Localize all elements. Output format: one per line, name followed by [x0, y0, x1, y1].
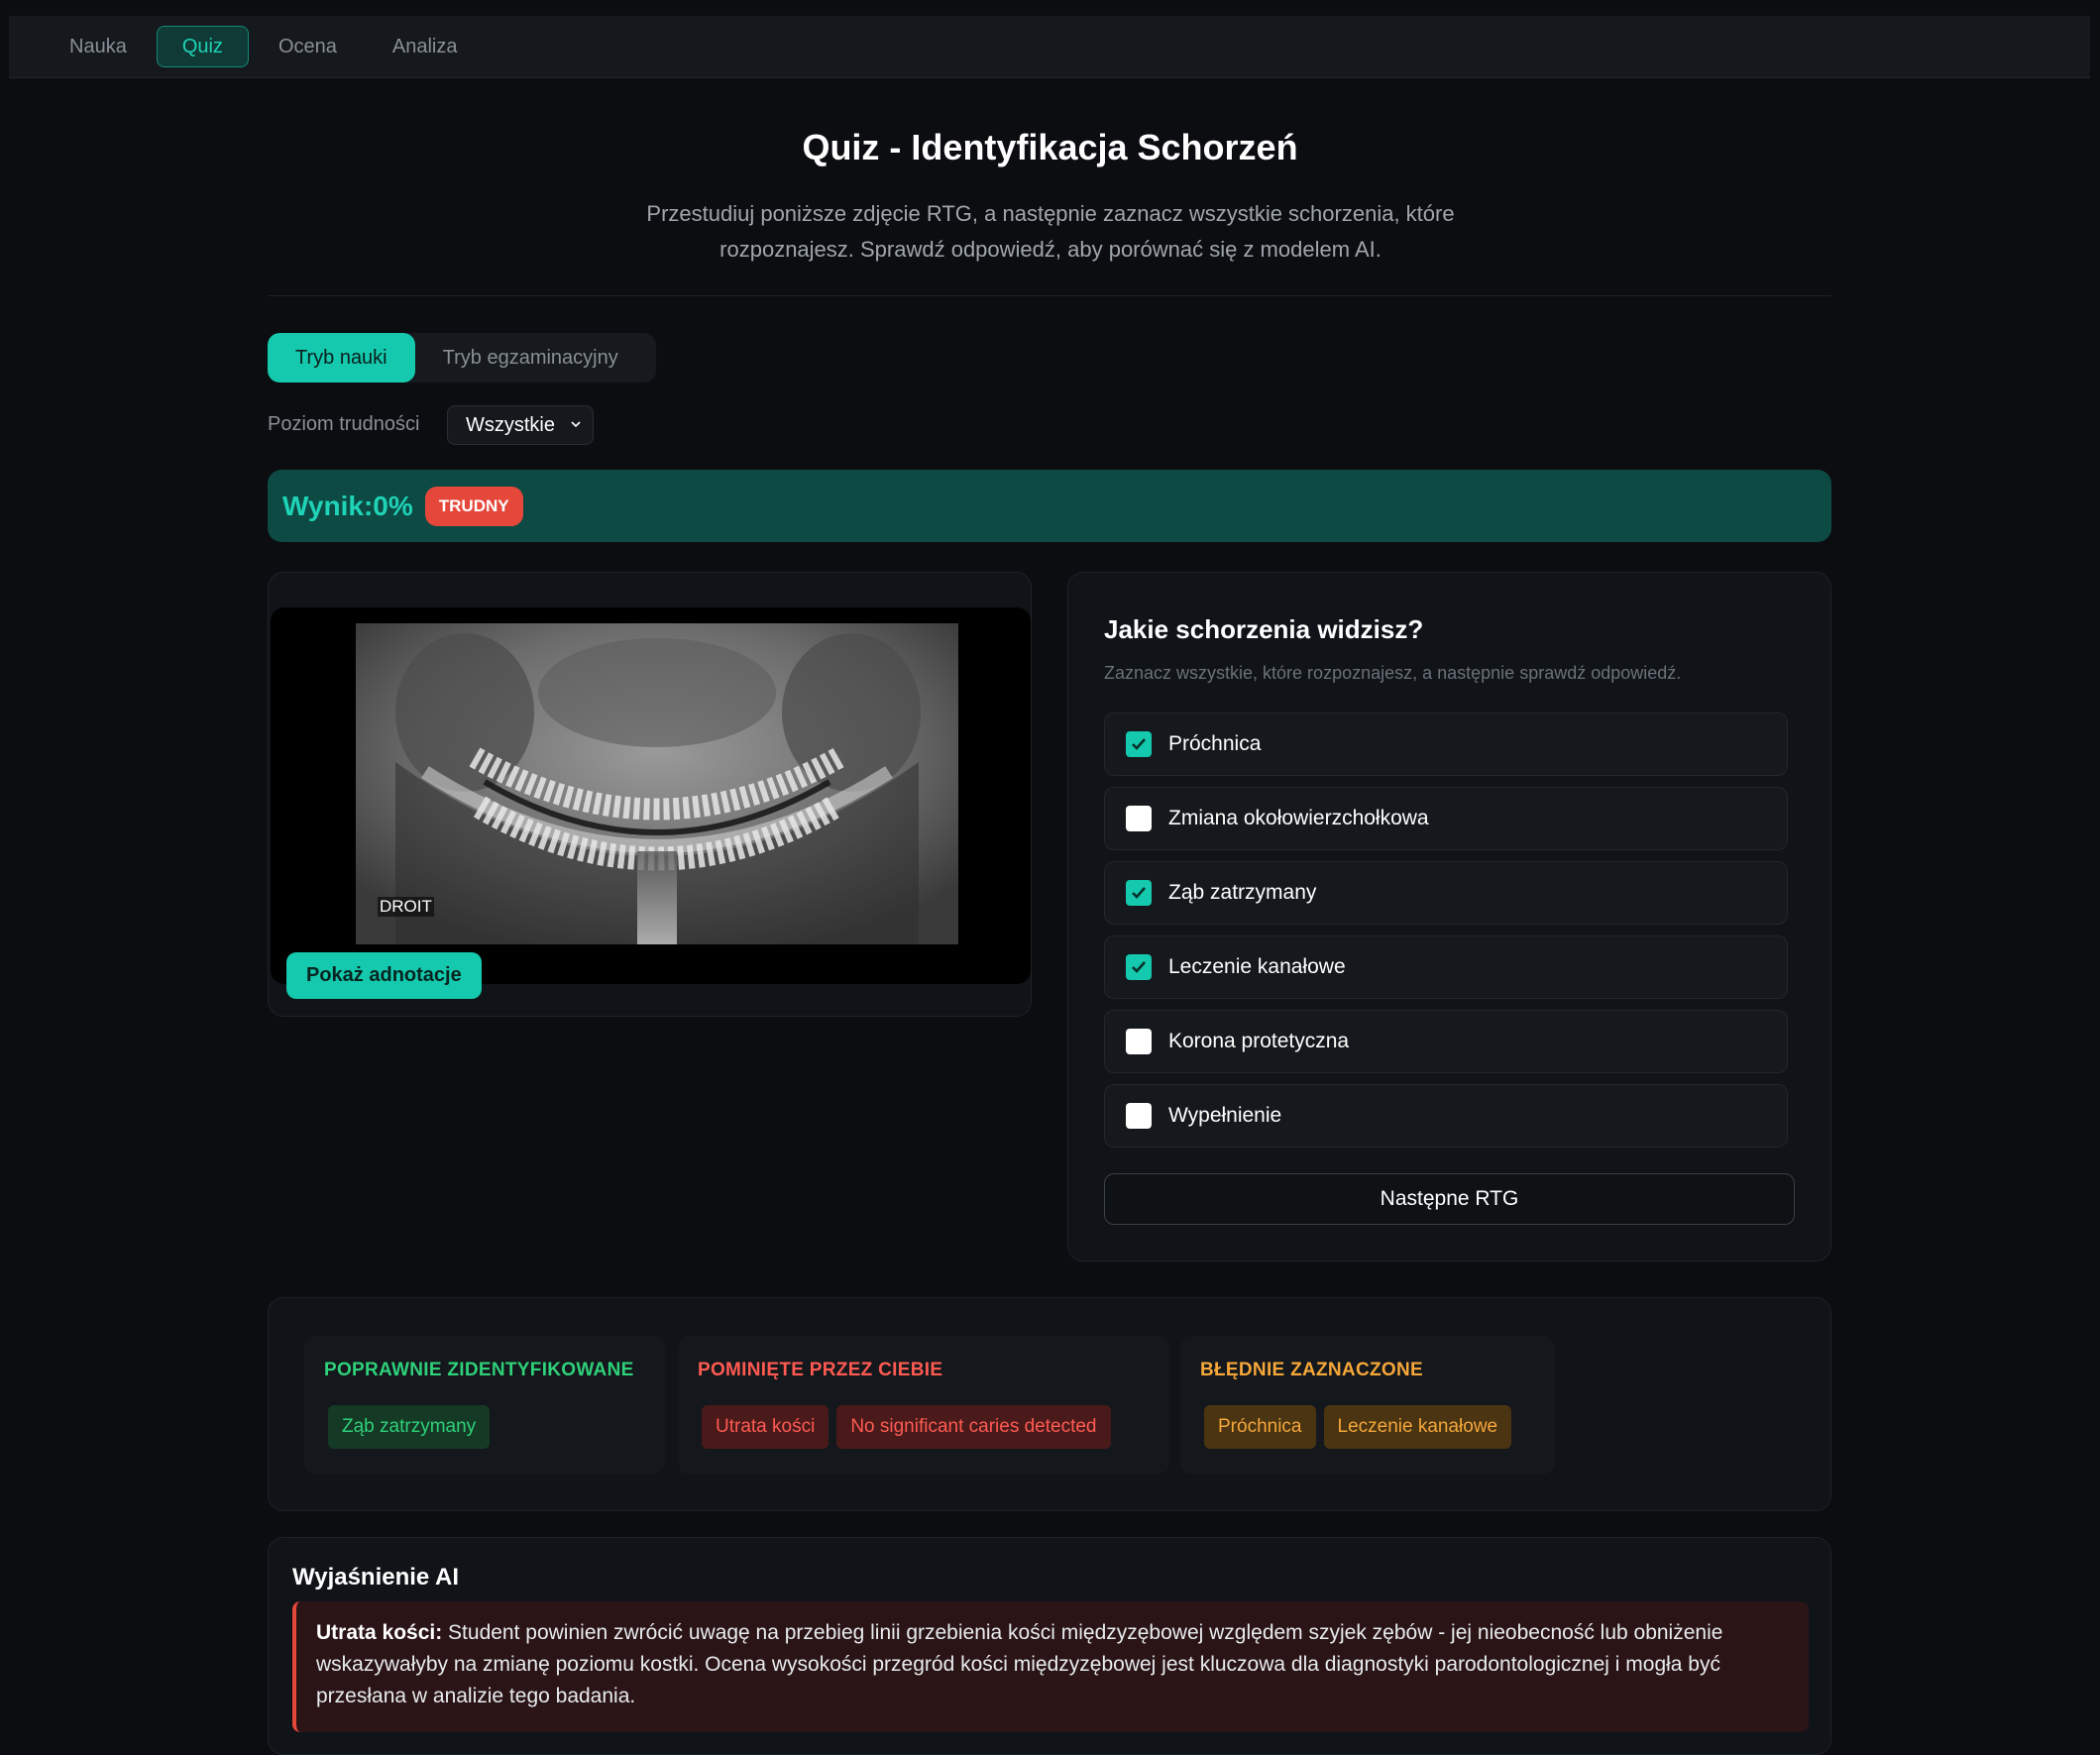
checkbox-checked[interactable]: [1126, 731, 1152, 757]
option-periapical-lesion[interactable]: Zmiana okołowierzchołkowa: [1104, 787, 1788, 850]
ai-explanation-panel: Wyjaśnienie AI Utrata kości: Student pow…: [268, 1537, 1831, 1755]
option-label: Wypełnienie: [1168, 1104, 1282, 1127]
option-label: Próchnica: [1168, 732, 1262, 755]
wrong-title: BŁĘDNIE ZAZNACZONE: [1200, 1360, 1423, 1380]
result-chip: Ząb zatrzymany: [328, 1405, 491, 1449]
option-filling[interactable]: Wypełnienie: [1104, 1084, 1788, 1148]
checkbox-checked[interactable]: [1126, 954, 1152, 980]
question-title: Jakie schorzenia widzisz?: [1104, 614, 1424, 644]
explanation-title: Wyjaśnienie AI: [292, 1564, 460, 1590]
tab-quiz[interactable]: Quiz: [156, 26, 249, 67]
orientation-label: DROIT: [378, 897, 434, 917]
tab-analiza[interactable]: Analiza: [367, 26, 484, 67]
option-label: Zmiana okołowierzchołkowa: [1168, 807, 1429, 829]
option-caries[interactable]: Próchnica: [1104, 713, 1788, 776]
next-xray-button[interactable]: Następne RTG: [1104, 1173, 1795, 1225]
option-label: Ząb zatrzymany: [1168, 881, 1317, 904]
missed-title: POMINIĘTE PRZEZ CIEBIE: [698, 1360, 943, 1380]
chevron-down-icon: [571, 421, 581, 428]
correct-column: POPRAWNIE ZIDENTYFIKOWANE Ząb zatrzymany: [304, 1336, 665, 1475]
exam-mode-button[interactable]: Tryb egzaminacyjny: [415, 333, 646, 383]
wrong-column: BŁĘDNIE ZAZNACZONE Próchnica Leczenie ka…: [1180, 1336, 1555, 1475]
top-nav: Nauka Quiz Ocena Analiza: [9, 16, 2090, 78]
tab-nauka[interactable]: Nauka: [44, 26, 153, 67]
difficulty-badge: TRUDNY: [424, 486, 523, 526]
results-panel: POPRAWNIE ZIDENTYFIKOWANE Ząb zatrzymany…: [268, 1297, 1831, 1511]
difficulty-selected-value: Wszystkie: [466, 413, 555, 436]
question-card: Jakie schorzenia widzisz? Zaznacz wszyst…: [1067, 572, 1831, 1261]
check-icon: [1132, 738, 1146, 750]
explanation-text: Utrata kości: Student powinien zwrócić u…: [292, 1601, 1809, 1732]
option-root-canal[interactable]: Leczenie kanałowe: [1104, 935, 1788, 999]
option-label: Leczenie kanałowe: [1168, 955, 1346, 978]
mode-toggle: Tryb nauki Tryb egzaminacyjny: [268, 333, 656, 383]
difficulty-select[interactable]: Wszystkie: [447, 405, 594, 445]
header-divider: [268, 295, 1831, 296]
check-icon: [1132, 887, 1146, 899]
show-annotations-button[interactable]: Pokaż adnotacje: [286, 952, 482, 999]
result-chip: Leczenie kanałowe: [1323, 1405, 1512, 1449]
missed-column: POMINIĘTE PRZEZ CIEBIE Utrata kości No s…: [678, 1336, 1169, 1475]
result-chip: No significant caries detected: [836, 1405, 1111, 1449]
page-description: Przestudiuj poniższe zdjęcie RTG, a nast…: [646, 201, 1455, 262]
checkbox-checked[interactable]: [1126, 880, 1152, 906]
explanation-body: Student powinien zwrócić uwagę na przebi…: [316, 1621, 1723, 1707]
correct-title: POPRAWNIE ZIDENTYFIKOWANE: [324, 1360, 634, 1380]
result-chip: Utrata kości: [702, 1405, 829, 1449]
check-icon: [1132, 961, 1146, 973]
learn-mode-button[interactable]: Tryb nauki: [268, 333, 415, 383]
option-crown[interactable]: Korona protetyczna: [1104, 1010, 1788, 1073]
question-subtitle: Zaznacz wszystkie, które rozpoznajesz, a…: [1104, 663, 1682, 683]
score-bar: Wynik:0% TRUDNY: [268, 470, 1831, 542]
xray-card: DROIT Pokaż adnotacje: [268, 572, 1032, 1017]
option-impacted-tooth[interactable]: Ząb zatrzymany: [1104, 861, 1788, 925]
tab-ocena[interactable]: Ocena: [253, 26, 363, 67]
checkbox-unchecked[interactable]: [1126, 1103, 1152, 1129]
option-label: Korona protetyczna: [1168, 1030, 1350, 1052]
panoramic-xray-image: [356, 623, 958, 944]
difficulty-label: Poziom trudności: [268, 413, 420, 435]
page-title: Quiz - Identyfikacja Schorzeń: [802, 127, 1298, 167]
explanation-term: Utrata kości:: [316, 1621, 443, 1644]
score-value: Wynik:0%: [282, 490, 413, 521]
result-chip: Próchnica: [1204, 1405, 1316, 1449]
checkbox-unchecked[interactable]: [1126, 806, 1152, 831]
xray-viewer: DROIT: [271, 607, 1031, 984]
checkbox-unchecked[interactable]: [1126, 1029, 1152, 1054]
